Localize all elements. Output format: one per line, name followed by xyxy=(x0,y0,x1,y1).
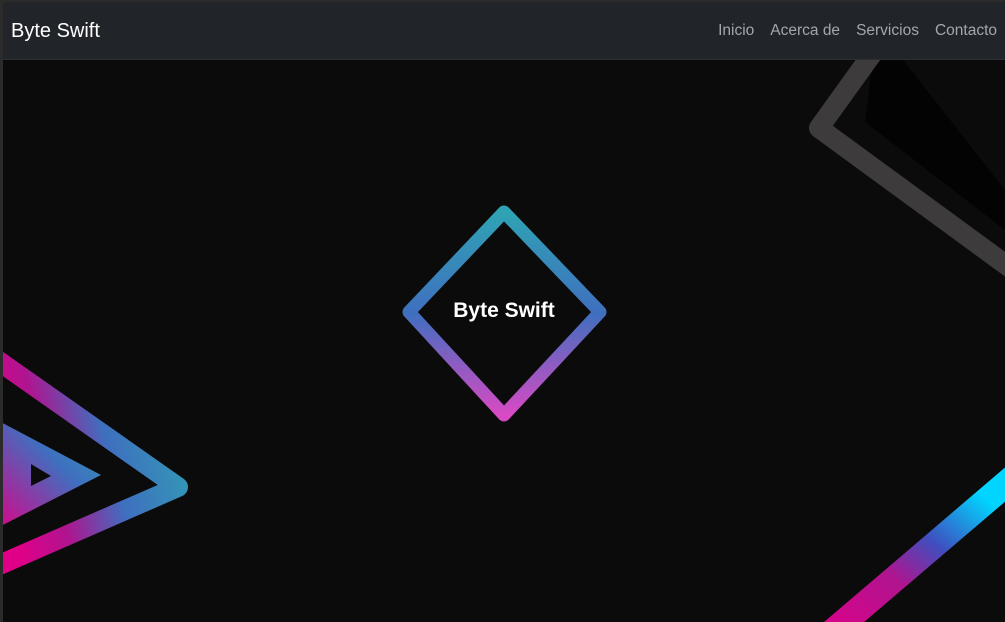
nav-link-servicios[interactable]: Servicios xyxy=(848,21,927,41)
nav-links: Inicio Acerca de Servicios Contacto xyxy=(710,21,997,41)
hero-section: Byte Swift xyxy=(3,60,1005,622)
gray-chevron-shape xyxy=(809,60,1005,277)
hero-decoration xyxy=(3,60,1005,622)
left-triangle-shapes xyxy=(3,351,188,575)
nav-link-acerca-de[interactable]: Acerca de xyxy=(762,21,848,41)
hero-title: Byte Swift xyxy=(453,299,555,322)
nav-link-inicio[interactable]: Inicio xyxy=(710,21,762,41)
navbar: Byte Swift Inicio Acerca de Servicios Co… xyxy=(3,2,1005,60)
nav-link-contacto[interactable]: Contacto xyxy=(927,21,997,41)
navbar-brand[interactable]: Byte Swift xyxy=(11,19,100,43)
gradient-stripe-shape xyxy=(824,467,1005,622)
browser-viewport: Byte Swift Inicio Acerca de Servicios Co… xyxy=(3,2,1005,622)
